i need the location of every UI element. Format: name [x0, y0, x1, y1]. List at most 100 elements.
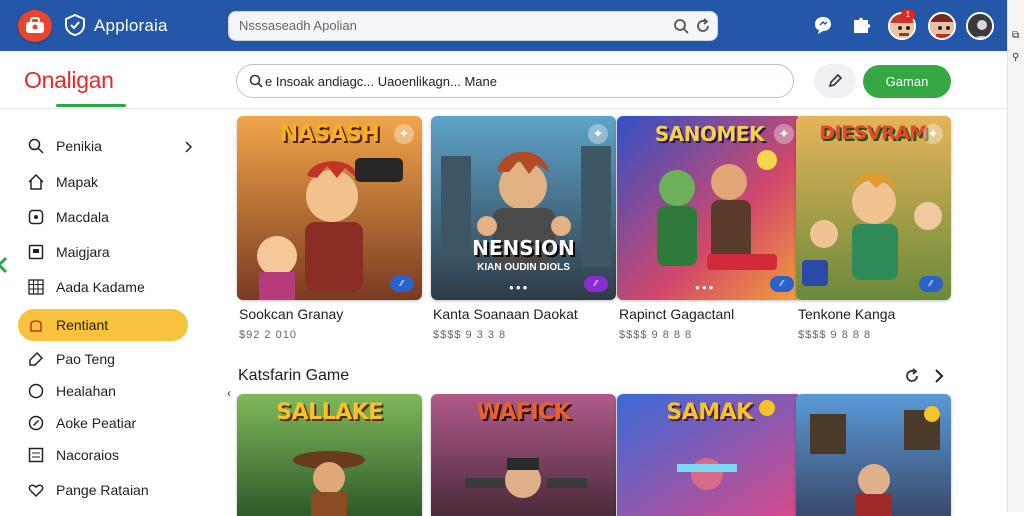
game-thumbnail[interactable]: NASASH ✦ ⁄⁄: [237, 116, 422, 300]
sidebar-item-label: Aada Kadame: [56, 279, 145, 295]
platform-badge: ⁄⁄: [919, 276, 943, 292]
game-title[interactable]: Sookcan Granay: [239, 306, 343, 322]
game-card[interactable]: [796, 394, 951, 516]
game-title[interactable]: Rapinct Gagactanl: [619, 306, 734, 322]
search-icon: [28, 138, 44, 154]
main-search-input[interactable]: [265, 74, 775, 89]
square-icon: [28, 244, 44, 260]
favorite-icon[interactable]: ✦: [394, 124, 414, 144]
sidebar-item-label: Pao Teng: [56, 351, 115, 367]
heart-icon: [28, 482, 44, 498]
top-search-input[interactable]: [239, 18, 659, 33]
sidebar-item-maigjara[interactable]: Maigjara: [18, 236, 188, 268]
refresh-icon[interactable]: [904, 368, 920, 384]
game-title[interactable]: Tenkone Kanga: [798, 306, 895, 322]
avatar-icon[interactable]: [928, 12, 956, 40]
sidebar-item-mapak[interactable]: Mapak: [18, 166, 188, 198]
sidebar-item-label: Aoke Peatiar: [56, 415, 137, 431]
game-card[interactable]: SALLAKE: [237, 394, 422, 516]
game-thumbnail[interactable]: [796, 394, 951, 516]
game-art-title: NENSION: [472, 236, 575, 260]
game-art-subtitle: KIAN OUDIN DIOLS: [477, 262, 570, 273]
sidebar-item-label: Nacoraios: [56, 447, 120, 463]
chevron-right-icon[interactable]: [934, 368, 950, 384]
top-bar: Apploraia 1: [0, 0, 1024, 51]
pencil-icon: [828, 74, 842, 88]
collapse-sidebar-icon[interactable]: [0, 256, 8, 274]
section-title: Katsfarin Game: [238, 367, 350, 384]
favorite-icon[interactable]: ✦: [588, 124, 608, 144]
game-card[interactable]: SAMAK: [617, 394, 802, 516]
shield-icon: [28, 317, 44, 333]
game-card[interactable]: WAFICK: [431, 394, 616, 516]
grid-icon: [28, 279, 44, 295]
game-art-title: WAFICK: [476, 400, 571, 425]
sidebar-item-label: Penikia: [56, 138, 102, 154]
game-thumbnail[interactable]: DIESVRAM ✦ ⁄⁄: [796, 116, 951, 300]
refresh-icon[interactable]: [695, 18, 711, 39]
sidebar-item-aoke-peatiar[interactable]: Aoke Peatiar: [18, 407, 188, 439]
sidebar-item-pange-rataian[interactable]: Pange Rataian: [18, 474, 188, 506]
sidebar-item-nacoraios[interactable]: Nacoraios: [18, 439, 188, 471]
game-meta: $$$$ 9 8 8 8: [619, 329, 693, 341]
link-icon[interactable]: ⚲: [1012, 52, 1019, 63]
sidebar-item-pao-teng[interactable]: Pao Teng: [18, 343, 188, 375]
game-thumbnail[interactable]: NENSION KIAN OUDIN DIOLS ✦ ●●● ⁄⁄: [431, 116, 616, 300]
app-logo-icon[interactable]: [18, 10, 52, 42]
scroll-left-icon[interactable]: ‹: [227, 386, 231, 400]
brand-underline: [56, 104, 126, 107]
sidebar-item-label: Rentiant: [56, 317, 109, 333]
platform-badge: ⁄⁄: [584, 276, 608, 292]
top-search-bar[interactable]: [228, 11, 718, 41]
sidebar-item-label: Mapak: [56, 174, 99, 190]
game-meta: $92 2 010: [239, 329, 297, 341]
game-card[interactable]: NENSION KIAN OUDIN DIOLS ✦ ●●● ⁄⁄ Kanta …: [431, 116, 616, 341]
sidebar-item-aada-kadame[interactable]: Aada Kadame: [18, 271, 188, 303]
game-title[interactable]: Kanta Soanaan Daokat: [433, 306, 578, 322]
sidebar-item-label: Healahan: [56, 383, 116, 399]
platform-badge: ⁄⁄: [770, 276, 794, 292]
game-meta: $$$$ 9 3 3 8: [433, 329, 507, 341]
sidebar-item-penikia[interactable]: Penikia: [18, 130, 193, 162]
edit-button[interactable]: [814, 64, 856, 98]
game-thumbnail[interactable]: SAMAK: [617, 394, 802, 516]
badge-icon: [28, 209, 44, 225]
brand-title[interactable]: Onaligan: [24, 67, 114, 94]
game-meta: $$$$ 9 8 8 8: [798, 329, 872, 341]
profile-avatar[interactable]: [966, 12, 994, 40]
game-card[interactable]: SANOMEK ✦ ●●● ⁄⁄ Rapinct Gagactanl $$$$ …: [617, 116, 802, 341]
game-art-title: SAMAK: [666, 400, 753, 425]
list-icon: [28, 447, 44, 463]
game-thumbnail[interactable]: SALLAKE: [237, 394, 422, 516]
chat-icon[interactable]: [812, 14, 834, 36]
game-card[interactable]: NASASH ✦ ⁄⁄ Sookcan Granay $92 2 010: [237, 116, 422, 341]
header-divider: [0, 108, 1007, 109]
shield-app-icon: [64, 13, 86, 37]
game-thumbnail[interactable]: SANOMEK ✦ ●●● ⁄⁄: [617, 116, 802, 300]
search-icon[interactable]: [673, 18, 689, 39]
compass-icon: [28, 415, 44, 431]
circle-icon: [28, 383, 44, 399]
app-title: Apploraia: [94, 16, 168, 35]
favorite-icon[interactable]: ✦: [923, 124, 943, 144]
sidebar-item-healahan[interactable]: Healahan: [18, 375, 188, 407]
sidebar-item-label: Maigjara: [56, 244, 110, 260]
sidebar-item-macdala[interactable]: Macdala: [18, 201, 188, 233]
game-art-title: SALLAKE: [276, 400, 383, 425]
notification-badge: 1: [901, 9, 915, 21]
carousel-dots[interactable]: ●●●: [509, 283, 530, 292]
game-card[interactable]: DIESVRAM ✦ ⁄⁄ Tenkone Kanga $$$$ 9 8 8 8: [796, 116, 951, 341]
chevron-right-icon[interactable]: [185, 140, 193, 158]
carousel-dots[interactable]: ●●●: [695, 283, 716, 292]
search-icon: [249, 74, 263, 93]
home-icon: [28, 173, 44, 190]
primary-action-button[interactable]: Gaman: [863, 65, 951, 98]
window-edge-strip: ⧉ ⚲: [1007, 0, 1024, 512]
main-search-bar[interactable]: [236, 64, 794, 98]
copy-icon[interactable]: ⧉: [1012, 30, 1019, 41]
favorite-icon[interactable]: ✦: [774, 124, 794, 144]
game-thumbnail[interactable]: WAFICK: [431, 394, 616, 516]
platform-badge: ⁄⁄: [390, 276, 414, 292]
puzzle-icon[interactable]: [851, 14, 873, 36]
sidebar-item-rentiant[interactable]: Rentiant: [18, 309, 188, 341]
